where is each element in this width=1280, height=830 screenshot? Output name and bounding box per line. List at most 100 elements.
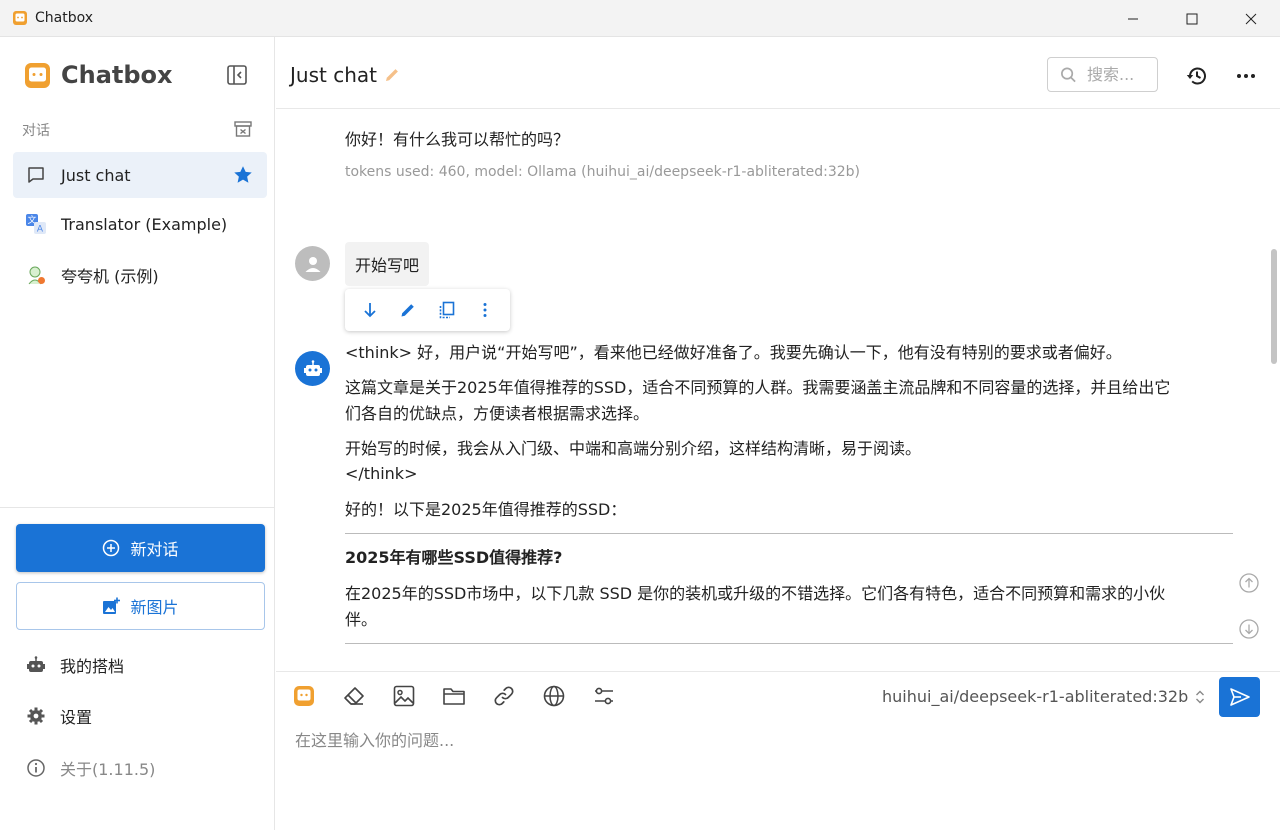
brand: Chatbox <box>24 61 173 89</box>
assistant-paragraph: 伴。 <box>345 610 378 629</box>
add-photo-icon <box>103 597 121 614</box>
close-icon <box>1245 13 1256 24</box>
more-options-button[interactable] <box>1234 64 1258 88</box>
new-chat-button[interactable]: 新对话 <box>16 524 265 572</box>
menu-item-about[interactable]: 关于(1.11.5) <box>26 756 155 780</box>
assistant-heading: 2025年有哪些SSD值得推荐? <box>345 548 563 567</box>
chat-settings-button[interactable] <box>592 684 616 708</box>
assistant-paragraph: 开始写的时候，我会从入门级、中端和高端分别介绍，这样结构清晰，易于阅读。 <box>345 439 922 458</box>
copilot-picker-button[interactable] <box>292 684 316 708</box>
chatbox-logo-icon <box>13 11 27 25</box>
window-titlebar: Chatbox <box>0 0 1280 37</box>
send-icon <box>1229 688 1250 706</box>
copy-message-button[interactable] <box>433 296 461 324</box>
message-list: 你好！有什么我可以帮忙的吗？ tokens used: 460, model: … <box>276 109 1280 671</box>
eraser-icon <box>344 687 364 705</box>
chat-bubble-icon <box>25 164 47 186</box>
archive-icon <box>234 121 252 137</box>
attach-link-button[interactable] <box>492 684 516 708</box>
maximize-button[interactable] <box>1162 0 1221 37</box>
minimize-button[interactable] <box>1103 0 1162 37</box>
chat-header: Just chat <box>276 37 1280 109</box>
copy-icon <box>439 301 454 319</box>
message-scrollbar[interactable] <box>1266 109 1280 671</box>
sidebar-collapse-icon <box>227 65 247 85</box>
message-input[interactable] <box>295 727 1255 817</box>
close-button[interactable] <box>1221 0 1280 37</box>
image-icon <box>393 685 415 707</box>
menu-item-settings[interactable]: 设置 <box>26 704 92 728</box>
assistant-paragraph: <think> 好，用户说“开始写吧”，看来他已经做好准备了。我要先确认一下，他… <box>345 343 1122 362</box>
scroll-to-top-icon[interactable] <box>1238 572 1260 594</box>
assistant-paragraph: 好的！以下是2025年值得推荐的SSD： <box>345 500 627 519</box>
assistant-paragraph: 这篇文章是关于2025年值得推荐的SSD，适合不同预算的人群。我需要涵盖主流品牌… <box>345 378 1171 397</box>
clear-context-button[interactable] <box>342 684 366 708</box>
settings-label: 设置 <box>60 708 93 727</box>
model-name: huihui_ai/deepseek-r1-abliterated:32b <box>882 687 1189 706</box>
gear-icon <box>27 707 45 725</box>
session-item-just-chat[interactable]: Just chat <box>13 152 267 198</box>
sidebar: Chatbox 对话 Just chat 文 A Translator (Exa… <box>0 37 275 830</box>
more-message-actions-button[interactable] <box>471 296 499 324</box>
new-chat-label: 新对话 <box>130 540 179 559</box>
send-button[interactable] <box>1219 677 1260 717</box>
assistant-paragraph: 们各自的优缺点，方便读者根据需求选择。 <box>345 404 650 423</box>
model-selector[interactable]: huihui_ai/deepseek-r1-abliterated:32b <box>882 687 1206 706</box>
chat-title: Just chat <box>290 63 377 87</box>
composer-toolbar <box>292 684 642 708</box>
horizontal-rule <box>345 533 1233 534</box>
robot-icon <box>27 656 45 672</box>
person-icon <box>305 256 320 272</box>
new-image-label: 新图片 <box>130 598 179 617</box>
maximize-icon <box>1186 13 1197 24</box>
translate-icon: 文 A <box>25 213 47 235</box>
more-horizontal-icon <box>1237 74 1255 78</box>
pencil-icon[interactable] <box>383 66 401 84</box>
scroll-to-end-icon[interactable] <box>1238 618 1260 640</box>
sliders-icon <box>595 687 613 705</box>
assistant-avatar <box>295 351 330 386</box>
search-box[interactable] <box>1047 57 1158 92</box>
folder-icon <box>443 688 465 705</box>
message-meta: tokens used: 460, model: Ollama (huihui_… <box>345 164 861 180</box>
new-image-button[interactable]: 新图片 <box>16 582 265 630</box>
avatar-icon <box>25 264 47 286</box>
session-label: Just chat <box>61 165 131 185</box>
add-circle-icon <box>103 539 120 557</box>
message-action-toolbar <box>345 289 510 331</box>
history-button[interactable] <box>1185 64 1209 88</box>
sidebar-divider <box>0 507 275 508</box>
about-label: 关于(1.11.5) <box>60 760 156 779</box>
more-vertical-icon <box>483 303 487 317</box>
collapse-sidebar-button[interactable] <box>225 63 249 87</box>
assistant-paragraph: 在2025年的SSD市场中，以下几款 SSD 是你的装机或升级的不错选择。它们各… <box>345 584 1166 603</box>
star-icon[interactable] <box>232 164 254 186</box>
horizontal-rule <box>345 643 1233 644</box>
scrollbar-thumb[interactable] <box>1271 249 1277 364</box>
assistant-previous-reply: 你好！有什么我可以帮忙的吗？ <box>345 130 570 149</box>
session-label: 夸夸机 (示例) <box>61 267 159 286</box>
composer: huihui_ai/deepseek-r1-abliterated:32b <box>276 671 1280 830</box>
attach-image-button[interactable] <box>392 684 416 708</box>
unfold-icon <box>1196 690 1205 703</box>
user-message: 开始写吧 <box>345 242 430 286</box>
web-browsing-button[interactable] <box>542 684 566 708</box>
menu-item-my-copilots[interactable]: 我的搭档 <box>26 653 124 677</box>
edit-message-button[interactable] <box>394 296 422 324</box>
info-icon <box>27 759 45 777</box>
scroll-to-bottom-button[interactable] <box>356 296 384 324</box>
session-item-kuakuaji[interactable]: 夸夸机 (示例) <box>13 252 267 298</box>
robot-icon <box>303 359 322 376</box>
chatbox-logo-icon <box>25 62 50 88</box>
search-input[interactable] <box>1087 65 1157 84</box>
assistant-paragraph: </think> <box>345 464 418 483</box>
arrow-down-icon <box>364 303 376 318</box>
attach-file-button[interactable] <box>442 684 466 708</box>
session-label: Translator (Example) <box>61 214 228 234</box>
link-icon <box>494 686 514 706</box>
session-item-translator[interactable]: 文 A Translator (Example) <box>13 201 267 247</box>
search-icon <box>1061 67 1076 82</box>
archive-sessions-button[interactable] <box>233 119 253 139</box>
window-controls <box>1103 0 1280 37</box>
brand-name: Chatbox <box>61 61 173 89</box>
